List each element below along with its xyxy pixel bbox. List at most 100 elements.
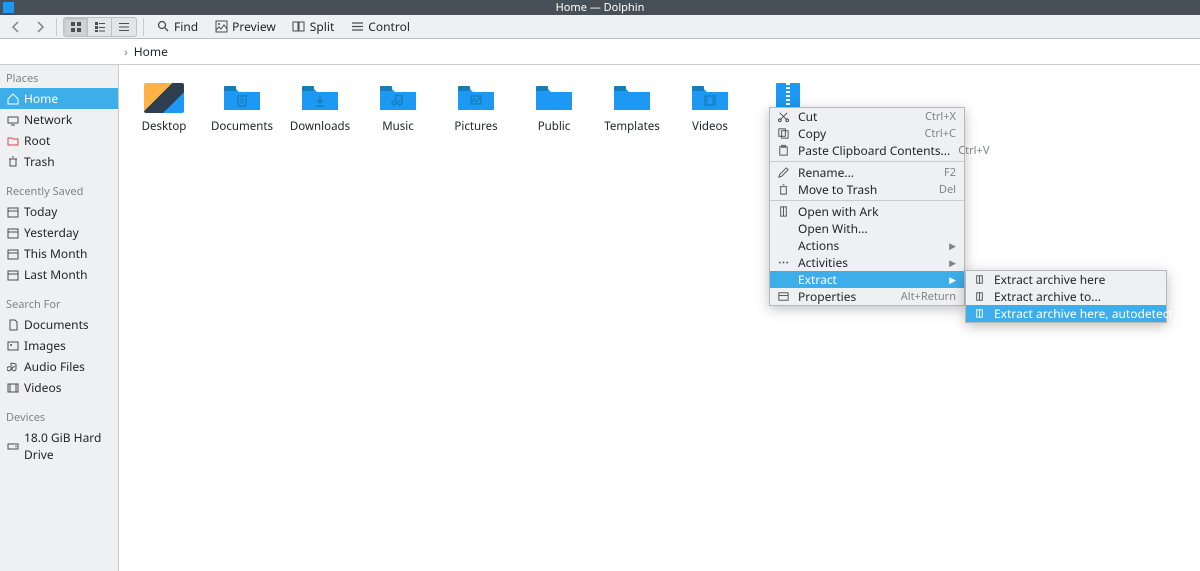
menu-item[interactable]: Cut Ctrl+X [770, 108, 964, 125]
extract-submenu: Extract archive hereExtract archive to..… [965, 270, 1167, 323]
extract-icon [972, 307, 986, 321]
forward-button[interactable] [30, 17, 50, 37]
file-label: Desktop [142, 119, 187, 134]
edit-icon [776, 166, 790, 180]
menu-item[interactable]: Extract▶ [770, 271, 964, 288]
file-label: Templates [604, 119, 659, 134]
menu-label: Cut [798, 108, 917, 125]
sidebar-item-root[interactable]: Root [0, 130, 118, 151]
find-button[interactable]: Find [150, 16, 204, 37]
folder-icon [300, 83, 340, 113]
file-label: Videos [692, 119, 728, 134]
sidebar-item-images[interactable]: Images [0, 335, 118, 356]
file-item[interactable]: Desktop [139, 83, 189, 134]
sidebar-item-videos[interactable]: Videos [0, 377, 118, 398]
menu-item[interactable]: CopyCtrl+C [770, 125, 964, 142]
control-label: Control [368, 18, 410, 35]
drive-icon [6, 440, 19, 453]
file-item[interactable]: Public [529, 83, 579, 134]
context-menu: Cut Ctrl+XCopyCtrl+CPaste Clipboard Conte… [769, 107, 965, 306]
details-view-button[interactable] [112, 18, 136, 36]
video-icon [6, 381, 19, 394]
find-label: Find [174, 18, 198, 35]
menu-separator [770, 161, 964, 162]
sidebar-item-last-month[interactable]: Last Month [0, 264, 118, 285]
blank-icon [776, 239, 790, 253]
trash-icon [6, 155, 19, 168]
menu-item[interactable]: Move to TrashDel [770, 181, 964, 198]
sidebar-item-this-month[interactable]: This Month [0, 243, 118, 264]
extract-icon [972, 290, 986, 304]
file-label: Downloads [290, 119, 350, 134]
desktop-icon [144, 83, 184, 113]
sidebar-item-yesterday[interactable]: Yesterday [0, 222, 118, 243]
file-item[interactable]: Downloads [295, 83, 345, 134]
sidebar-item-home[interactable]: Home [0, 88, 118, 109]
control-button[interactable]: Control [344, 16, 416, 37]
file-item[interactable]: Pictures [451, 83, 501, 134]
menu-shortcut: Ctrl+X [925, 109, 956, 124]
sidebar-item-network[interactable]: Network [0, 109, 118, 130]
file-item[interactable]: Templates [607, 83, 657, 134]
sidebar-item-label: Videos [24, 379, 61, 396]
icons-view-button[interactable] [64, 18, 88, 36]
sidebar-item-label: Network [24, 111, 72, 128]
split-button[interactable]: Split [286, 16, 341, 37]
menu-item[interactable]: PropertiesAlt+Return [770, 288, 964, 305]
menu-item[interactable]: Rename...F2 [770, 164, 964, 181]
file-view[interactable]: Desktop Documents Downloads Music Pictures Pu… [118, 65, 1200, 571]
preview-button[interactable]: Preview [208, 16, 282, 37]
file-label: Pictures [454, 119, 497, 134]
menu-label: Activities [798, 254, 941, 271]
file-label: Public [538, 119, 571, 134]
sidebar-item-audio[interactable]: Audio Files [0, 356, 118, 377]
chevron-right-icon: ▶ [949, 239, 956, 252]
compact-view-button[interactable] [88, 18, 112, 36]
menu-item[interactable]: Open With... [770, 220, 964, 237]
menu-label: Extract archive here, autodetect subfold… [994, 305, 1200, 322]
folder-icon [6, 134, 19, 147]
file-item[interactable]: Videos [685, 83, 735, 134]
menu-item[interactable]: Extract archive here [966, 271, 1166, 288]
menu-label: Extract archive to... [994, 288, 1158, 305]
folder-icon [690, 83, 730, 113]
icons-grid: Desktop Documents Downloads Music Pictures Pu… [139, 83, 1180, 134]
image-icon [6, 339, 19, 352]
recent-header: Recently Saved [0, 180, 118, 201]
menu-item[interactable]: Extract archive here, autodetect subfold… [966, 305, 1166, 322]
menu-item[interactable]: Extract archive to... [966, 288, 1166, 305]
hamburger-icon [350, 20, 364, 34]
app-icon [3, 2, 14, 13]
split-icon [292, 20, 306, 34]
sidebar-item-trash[interactable]: Trash [0, 151, 118, 172]
menu-label: Open With... [798, 220, 956, 237]
file-item[interactable]: Music [373, 83, 423, 134]
menu-label: Move to Trash [798, 181, 931, 198]
titlebar: Home — Dolphin [0, 0, 1200, 15]
ark-icon [776, 205, 790, 219]
dots-icon [776, 256, 790, 270]
sidebar-item-documents[interactable]: Documents [0, 314, 118, 335]
menu-label: Rename... [798, 164, 936, 181]
sidebar-item-label: Last Month [24, 266, 88, 283]
sidebar-item-harddrive[interactable]: 18.0 GiB Hard Drive [0, 427, 118, 465]
preview-label: Preview [232, 18, 276, 35]
menu-item[interactable]: Actions ▶ [770, 237, 964, 254]
preview-icon [214, 20, 228, 34]
menu-item[interactable]: Open with Ark [770, 203, 964, 220]
breadcrumb-current[interactable]: Home [134, 43, 168, 60]
window-title: Home — Dolphin [556, 0, 645, 15]
sidebar-item-today[interactable]: Today [0, 201, 118, 222]
paste-icon [776, 144, 790, 158]
blank-icon [776, 222, 790, 236]
menu-label: Actions [798, 237, 941, 254]
menu-label: Properties [798, 288, 893, 305]
back-button[interactable] [6, 17, 26, 37]
menu-item[interactable]: Paste Clipboard Contents...Ctrl+V [770, 142, 964, 159]
breadcrumb[interactable]: › Home [0, 39, 1200, 65]
sidebar-item-label: Yesterday [24, 224, 79, 241]
file-item[interactable]: Documents [217, 83, 267, 134]
menu-separator [770, 200, 964, 201]
file-label: Documents [211, 119, 273, 134]
menu-item[interactable]: Activities▶ [770, 254, 964, 271]
